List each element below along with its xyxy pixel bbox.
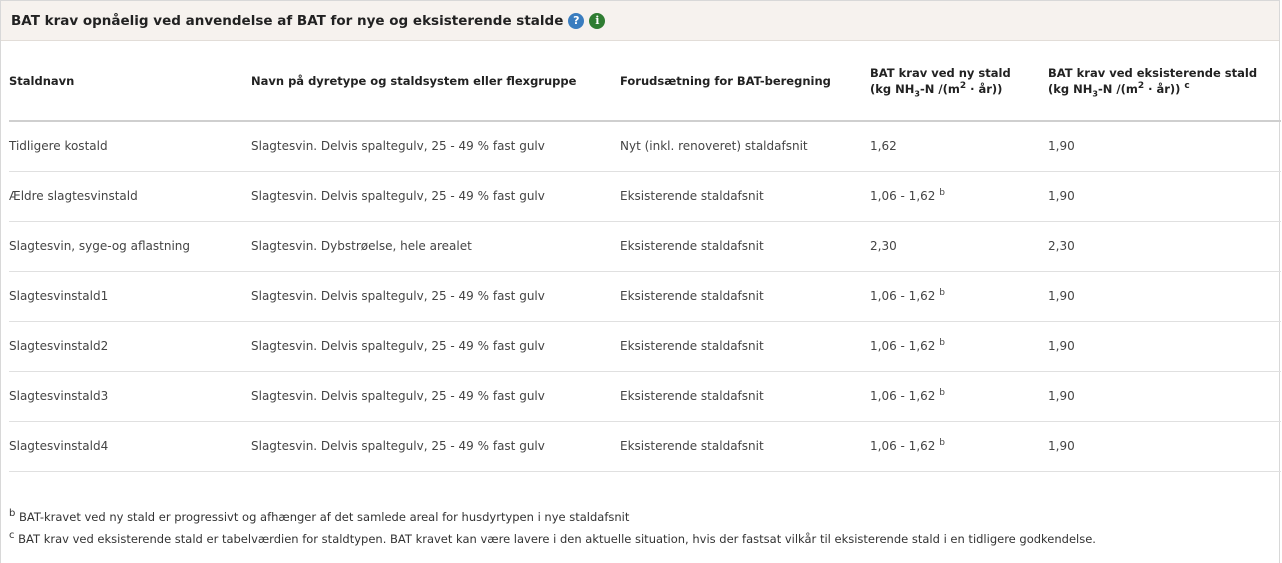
- ny-stald-unit-mid: -N /(m: [919, 82, 960, 96]
- footnote-b: b BAT-kravet ved ny stald er progressivt…: [9, 506, 1096, 528]
- panel-header: BAT krav opnåelig ved anvendelse af BAT …: [1, 1, 1279, 41]
- cell-ny-stald: 1,06 - 1,62 b: [870, 171, 1048, 221]
- cell-forudsaetning: Eksisterende staldafsnit: [620, 189, 764, 203]
- ny-stald-value: 2,30: [870, 239, 897, 253]
- cell-dyretype: Slagtesvin. Delvis spaltegulv, 25 - 49 %…: [251, 439, 545, 453]
- cell-ny-stald: 2,30: [870, 221, 1048, 271]
- cell-dyretype: Slagtesvin. Delvis spaltegulv, 25 - 49 %…: [251, 139, 545, 154]
- cell-staldnavn: Slagtesvinstald4: [9, 439, 109, 453]
- help-icon[interactable]: ?: [568, 12, 585, 29]
- bat-requirements-panel: BAT krav opnåelig ved anvendelse af BAT …: [0, 0, 1281, 563]
- footnotes: b BAT-kravet ved ny stald er progressivt…: [9, 506, 1096, 550]
- cell-ny-stald: 1,06 - 1,62 b: [870, 271, 1048, 321]
- ny-stald-header-line1: BAT krav ved ny stald: [870, 66, 1011, 80]
- table-row: Tidligere kostald Slagtesvin. Delvis spa…: [9, 121, 1281, 171]
- footnote-text: BAT-kravet ved ny stald er progressivt o…: [15, 510, 630, 524]
- table-header-row: Staldnavn Navn på dyretype og staldsyste…: [9, 42, 1281, 121]
- ny-stald-value: 1,06 - 1,62: [870, 439, 936, 453]
- ny-stald-value: 1,06 - 1,62: [870, 339, 936, 353]
- eks-stald-header-line1: BAT krav ved eksisterende stald: [1048, 66, 1258, 80]
- footnote-marker-c: c: [1184, 81, 1190, 92]
- cell-forudsaetning: Eksisterende staldafsnit: [620, 239, 764, 253]
- table-row: Slagtesvinstald3 Slagtesvin. Delvis spal…: [9, 371, 1281, 421]
- cell-staldnavn: Ældre slagtesvinstald: [9, 189, 138, 203]
- cell-eksisterende-stald: 1,90: [1048, 289, 1075, 303]
- cell-forudsaetning: Nyt (inkl. renoveret) staldafsnit: [620, 139, 808, 154]
- cell-eksisterende-stald: 1,90: [1048, 339, 1075, 353]
- cell-ny-stald: 1,62: [870, 121, 1048, 171]
- ny-stald-value: 1,62: [870, 139, 897, 154]
- table-row: Slagtesvinstald2 Slagtesvin. Delvis spal…: [9, 321, 1281, 371]
- cell-ny-stald: 1,06 - 1,62 b: [870, 421, 1048, 471]
- cell-dyretype: Slagtesvin. Dybstrøelse, hele arealet: [251, 239, 472, 253]
- footnote-c: c BAT krav ved eksisterende stald er tab…: [9, 528, 1096, 550]
- cell-dyretype: Slagtesvin. Delvis spaltegulv, 25 - 49 %…: [251, 339, 545, 353]
- table-row: Ældre slagtesvinstald Slagtesvin. Delvis…: [9, 171, 1281, 221]
- cell-forudsaetning: Eksisterende staldafsnit: [620, 439, 764, 453]
- table-row: Slagtesvinstald4 Slagtesvin. Delvis spal…: [9, 421, 1281, 471]
- column-header-dyretype: Navn på dyretype og staldsystem eller fl…: [251, 74, 577, 88]
- cell-staldnavn: Slagtesvinstald1: [9, 289, 109, 303]
- column-header-staldnavn: Staldnavn: [9, 74, 75, 88]
- footnote-marker-b: b: [939, 388, 945, 398]
- cell-ny-stald: 1,06 - 1,62 b: [870, 371, 1048, 421]
- column-header-forudsaetning: Forudsætning for BAT-beregning: [620, 74, 831, 88]
- footnote-marker-b: b: [939, 188, 945, 198]
- info-icon[interactable]: i: [589, 12, 606, 29]
- cell-ny-stald: 1,06 - 1,62 b: [870, 321, 1048, 371]
- bat-table: Staldnavn Navn på dyretype og staldsyste…: [9, 42, 1281, 472]
- ny-stald-unit-post: · år)): [966, 82, 1003, 96]
- cell-forudsaetning: Eksisterende staldafsnit: [620, 389, 764, 403]
- cell-dyretype: Slagtesvin. Delvis spaltegulv, 25 - 49 %…: [251, 189, 545, 203]
- cell-eksisterende-stald: 2,30: [1048, 239, 1075, 253]
- cell-staldnavn: Slagtesvinstald3: [9, 389, 109, 403]
- ny-stald-value: 1,06 - 1,62: [870, 189, 936, 203]
- cell-eksisterende-stald: 1,90: [1048, 189, 1075, 203]
- cell-eksisterende-stald: 1,90: [1048, 439, 1075, 453]
- footnote-marker-b: b: [939, 438, 945, 448]
- footnote-text: BAT krav ved eksisterende stald er tabel…: [14, 532, 1096, 546]
- panel-title: BAT krav opnåelig ved anvendelse af BAT …: [11, 12, 564, 29]
- ny-stald-unit-pre: (kg NH: [870, 82, 915, 96]
- cell-eksisterende-stald: 1,90: [1048, 389, 1075, 403]
- cell-dyretype: Slagtesvin. Delvis spaltegulv, 25 - 49 %…: [251, 389, 545, 403]
- table-row: Slagtesvinstald1 Slagtesvin. Delvis spal…: [9, 271, 1281, 321]
- ny-stald-value: 1,06 - 1,62: [870, 289, 936, 303]
- footnote-marker-b: b: [939, 338, 945, 348]
- eks-stald-unit-post: · år)): [1144, 82, 1181, 96]
- footnote-marker-b: b: [939, 288, 945, 298]
- cell-staldnavn: Slagtesvinstald2: [9, 339, 109, 353]
- cell-forudsaetning: Eksisterende staldafsnit: [620, 339, 764, 353]
- eks-stald-unit-mid: -N /(m: [1097, 82, 1138, 96]
- cell-staldnavn: Slagtesvin, syge-og aflastning: [9, 239, 190, 253]
- cell-forudsaetning: Eksisterende staldafsnit: [620, 289, 764, 303]
- cell-staldnavn: Tidligere kostald: [9, 139, 108, 154]
- cell-eksisterende-stald: 1,90: [1048, 139, 1075, 154]
- ny-stald-value: 1,06 - 1,62: [870, 389, 936, 403]
- eks-stald-unit-pre: (kg NH: [1048, 82, 1093, 96]
- table-row: Slagtesvin, syge-og aflastning Slagtesvi…: [9, 221, 1281, 271]
- column-header-ny-stald: BAT krav ved ny stald (kg NH3-N /(m2 · å…: [870, 42, 1048, 121]
- cell-dyretype: Slagtesvin. Delvis spaltegulv, 25 - 49 %…: [251, 289, 545, 303]
- column-header-eksisterende-stald: BAT krav ved eksisterende stald (kg NH3-…: [1048, 42, 1281, 121]
